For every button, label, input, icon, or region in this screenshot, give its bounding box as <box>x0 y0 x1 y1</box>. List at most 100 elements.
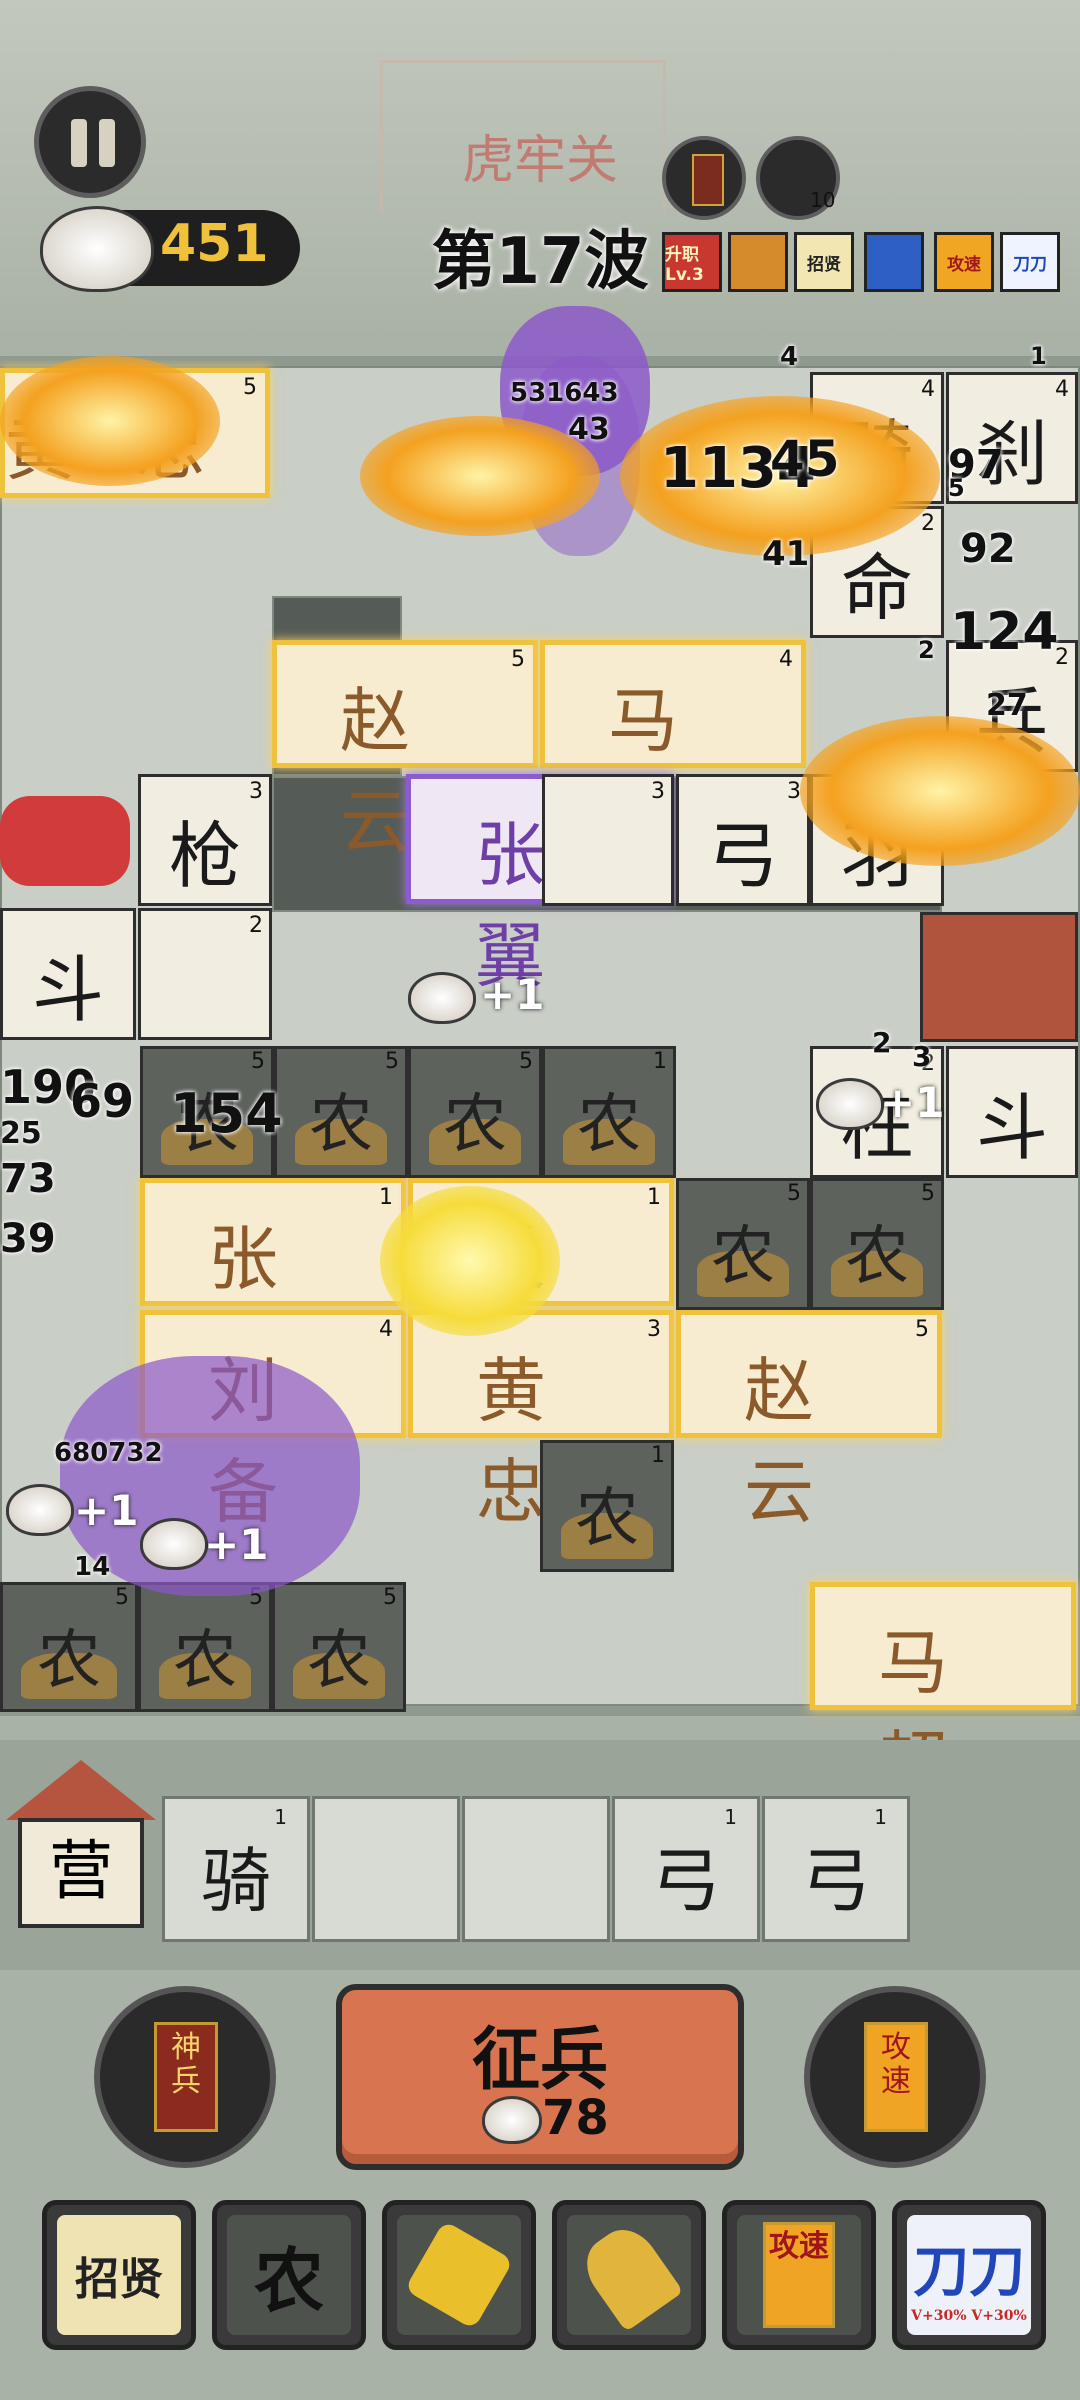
hero-tile-zhangfei[interactable]: 张飞 1 <box>140 1178 406 1401</box>
hero-level: 1 <box>379 1185 393 1210</box>
camp-building[interactable]: 营 <box>6 1760 156 1936</box>
farm-tile[interactable]: 农 5 <box>138 1582 272 1712</box>
farm-tile[interactable]: 农 1 <box>540 1440 674 1572</box>
tile-char: 农 <box>577 1088 641 1162</box>
farmer-icon: 农 <box>227 2215 351 2335</box>
recruit-cost: 78 <box>542 2090 609 2146</box>
slot-level: 1 <box>274 1805 287 1829</box>
attack-speed-tool[interactable]: 攻速 <box>722 2200 876 2350</box>
stage-title: 虎牢关 <box>461 131 618 191</box>
scroll-icon: 招贤 <box>57 2215 181 2335</box>
treasure-shovel-tool[interactable] <box>382 2200 536 2350</box>
damage-number: 73 <box>0 1156 56 1202</box>
farm-tile[interactable]: 农 5 <box>676 1178 810 1310</box>
reserve-slot[interactable] <box>462 1796 610 1942</box>
camp-roof <box>6 1760 156 1820</box>
damage-number: 4 <box>780 342 799 372</box>
damage-number: 69 <box>70 1074 135 1128</box>
tile-char: 农 <box>711 1220 775 1294</box>
farm-tile[interactable]: 农 1 <box>542 1046 676 1178</box>
archer-tile[interactable]: 2 <box>138 908 272 1040</box>
steamed-bun-icon <box>6 1484 74 1536</box>
hero-level: 5 <box>243 375 257 400</box>
hero-tile-machao-2[interactable]: 马超 <box>810 1582 1076 1805</box>
reserve-slot[interactable]: 弓 1 <box>762 1796 910 1942</box>
barricade <box>920 912 1078 1042</box>
tile-level: 5 <box>115 1585 129 1610</box>
double-blade-buff-icon: 刀刀 <box>1000 232 1060 292</box>
tile-char: 农 <box>307 1624 371 1698</box>
shovel-icon <box>567 2215 691 2335</box>
shovel-tool[interactable] <box>552 2200 706 2350</box>
tile-char: 斗 <box>975 1086 1048 1170</box>
farmer-tool[interactable]: 农 <box>212 2200 366 2350</box>
hearts-cluster <box>0 796 130 886</box>
game-board[interactable]: 黄忠 5 赵云 5 马超 4 张翼 3 张飞 1 关羽 1 刘备 4 黄忠 3 … <box>0 306 1080 1805</box>
reserve-slot[interactable] <box>312 1796 460 1942</box>
speed-timer-button[interactable]: 10 <box>756 136 840 220</box>
double-blade-subtext: V+30% V+30% <box>911 2307 1027 2324</box>
farm-tile[interactable]: 农 5 <box>408 1046 542 1178</box>
divine-weapon-card: 神兵 <box>154 2022 218 2132</box>
farm-tile[interactable]: 农 5 <box>810 1178 944 1310</box>
attack-speed-skill-button[interactable]: 攻速 <box>804 1986 986 2168</box>
wave-counter: 第17波 <box>431 225 649 299</box>
camp-label: 营 <box>18 1818 144 1928</box>
hero-level: 4 <box>379 1317 393 1342</box>
golden-shovel-icon <box>404 2220 514 2330</box>
steamed-bun-icon <box>40 206 154 292</box>
hero-tile-zhaoyun-2[interactable]: 赵云 5 <box>676 1310 942 1533</box>
coin-count: 451 <box>160 214 269 274</box>
bun-gain-label: +1 <box>74 1486 139 1535</box>
ladle-tile[interactable]: 斗 <box>946 1046 1078 1178</box>
tile-level: 4 <box>1055 377 1069 402</box>
farm-tile[interactable]: 农 5 <box>0 1582 138 1712</box>
damage-number: 25 <box>0 1116 42 1151</box>
promotion-buff-icon: 升职 Lv.3 <box>662 232 722 292</box>
recruit-talent-tool[interactable]: 招贤 <box>42 2200 196 2350</box>
blue-orb-buff-icon <box>864 232 924 292</box>
tile-char: 农 <box>443 1088 507 1162</box>
unit-tile[interactable]: 3 <box>542 774 674 906</box>
damage-number: 39 <box>0 1216 56 1262</box>
ladle-tile[interactable]: 斗 <box>0 908 136 1040</box>
bow-tile[interactable]: 弓 3 <box>676 774 810 906</box>
damage-number: 92 <box>960 526 1016 572</box>
double-blade-label: 刀刀 <box>913 2238 1025 2305</box>
bun-gain-label: +1 <box>880 1078 945 1127</box>
hero-level: 5 <box>511 647 525 672</box>
farm-tile[interactable]: 农 5 <box>274 1046 408 1178</box>
fire-burst-effect <box>360 416 600 536</box>
pause-button[interactable] <box>34 86 146 198</box>
double-blade-tool[interactable]: 刀刀 V+30% V+30% <box>892 2200 1046 2350</box>
divine-weapon-skill-button[interactable]: 神兵 <box>94 1986 276 2168</box>
damage-number: 680732 <box>54 1438 163 1468</box>
tile-level: 1 <box>651 1443 665 1468</box>
spear-tile[interactable]: 枪 3 <box>138 774 272 906</box>
damage-number: 45 <box>770 430 840 488</box>
hero-tile-zhaoyun[interactable]: 赵云 5 <box>272 640 538 863</box>
bun-gain-label: +1 <box>480 970 545 1019</box>
recruit-scroll-buff-icon: 招贤 <box>794 232 854 292</box>
tile-level: 5 <box>385 1049 399 1074</box>
timer-badge: 10 <box>810 188 836 212</box>
damage-number: 43 <box>568 412 610 447</box>
bun-gain-label: +1 <box>204 1520 269 1569</box>
card-icon <box>692 154 724 206</box>
pause-icon <box>71 119 87 167</box>
farm-tile[interactable]: 农 5 <box>272 1582 406 1712</box>
reserve-slot[interactable]: 弓 1 <box>612 1796 760 1942</box>
slot-char: 弓 <box>801 1840 871 1922</box>
reserve-slot[interactable]: 骑 1 <box>162 1796 310 1942</box>
hero-tile-machao[interactable]: 马超 4 <box>540 640 806 863</box>
attack-speed-buff-icon: 攻速 <box>934 232 994 292</box>
damage-number: 124 <box>950 602 1059 662</box>
slot-char: 弓 <box>651 1840 721 1922</box>
recruit-label: 征兵 <box>471 2021 608 2100</box>
damage-number: 41 <box>762 534 810 574</box>
recruit-button[interactable]: 征兵 78 <box>336 1984 744 2170</box>
divine-weapon-button[interactable] <box>662 136 746 220</box>
tile-level: 3 <box>787 779 801 804</box>
tile-level: 2 <box>249 913 263 938</box>
steamed-bun-icon <box>140 1518 208 1570</box>
